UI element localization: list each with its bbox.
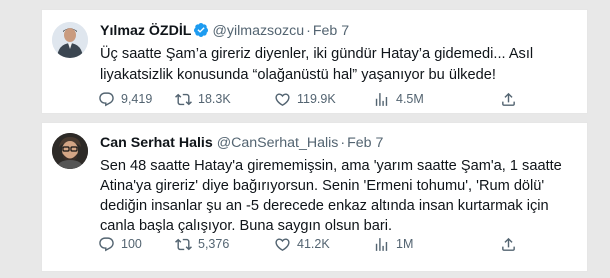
tweet-header: Yılmaz ÖZDİL @yilmazsozcu · Feb 7 (100, 22, 349, 43)
avatar[interactable] (52, 133, 88, 169)
views-count: 4.5M (396, 92, 424, 106)
tweet-date[interactable]: Feb 7 (347, 135, 383, 151)
retweet-button[interactable]: 5,376 (175, 235, 229, 253)
tweet-date[interactable]: Feb 7 (313, 23, 349, 39)
tweet-card[interactable]: Can Serhat Halis @CanSerhat_Halis · Feb 7 … (41, 122, 588, 272)
views-button[interactable]: 1M (373, 235, 413, 253)
reply-icon (99, 91, 114, 106)
reply-count: 100 (121, 237, 142, 251)
tweet-text-line: liyakatsizlik konusunda “olağanüstü hal”… (100, 67, 496, 83)
reply-icon (99, 236, 114, 251)
tweet-actions: 9,419 18.3K 119.9K 4.5M (98, 90, 528, 108)
separator-dot: · (306, 23, 311, 39)
retweet-icon (175, 238, 192, 250)
separator-dot: · (340, 135, 346, 151)
retweet-count: 18.3K (198, 92, 231, 106)
display-name[interactable]: Can Serhat Halis (100, 135, 213, 151)
tweet-text-line: Sen 48 saatte Hatay'a girememişsin, ama … (100, 158, 562, 174)
tweet-actions: 100 5,376 41.2K 1M (98, 235, 528, 253)
tweet-text-line: Atina'ya gireriz' diye bağırıyorsun. Sen… (100, 178, 545, 194)
retweet-button[interactable]: 18.3K (175, 90, 231, 108)
tweet-header: Can Serhat Halis @CanSerhat_Halis · Feb 7 (100, 134, 383, 152)
display-name[interactable]: Yılmaz ÖZDİL (100, 23, 191, 39)
verified-badge-icon (193, 22, 209, 43)
like-icon (275, 237, 290, 251)
tweet-text-line: Üç saatte Şam’a gireriz diyenler, iki gü… (100, 46, 534, 62)
like-count: 41.2K (297, 237, 330, 251)
user-handle[interactable]: @yilmazsozcu (212, 23, 304, 39)
views-icon (375, 92, 388, 106)
tweet-text-line: canla başla çalışıyor. Buna saygın olsun… (100, 218, 393, 234)
retweet-icon (175, 93, 192, 105)
tweet-text: Sen 48 saatte Hatay'a girememişsin, ama … (100, 156, 580, 236)
views-button[interactable]: 4.5M (373, 90, 424, 108)
share-icon (502, 237, 515, 251)
tweet-text-line: dediğin insanlar şu an -5 derecede enkaz… (100, 198, 549, 214)
reply-count: 9,419 (121, 92, 153, 106)
like-icon (275, 92, 290, 106)
reply-button[interactable]: 9,419 (98, 90, 152, 108)
user-handle[interactable]: @CanSerhat_Halis (217, 135, 339, 151)
share-button[interactable] (500, 90, 517, 108)
avatar[interactable] (52, 22, 88, 58)
like-button[interactable]: 41.2K (274, 235, 330, 253)
tweet-text: Üç saatte Şam’a gireriz diyenler, iki gü… (100, 44, 580, 86)
like-button[interactable]: 119.9K (274, 90, 336, 108)
views-icon (375, 237, 388, 251)
share-icon (502, 92, 515, 106)
retweet-count: 5,376 (198, 237, 230, 251)
views-count: 1M (396, 237, 414, 251)
reply-button[interactable]: 100 (98, 235, 142, 253)
share-button[interactable] (500, 235, 517, 253)
tweet-card[interactable]: Yılmaz ÖZDİL @yilmazsozcu · Feb 7 Üç saatte… (41, 9, 588, 114)
like-count: 119.9K (297, 92, 336, 106)
